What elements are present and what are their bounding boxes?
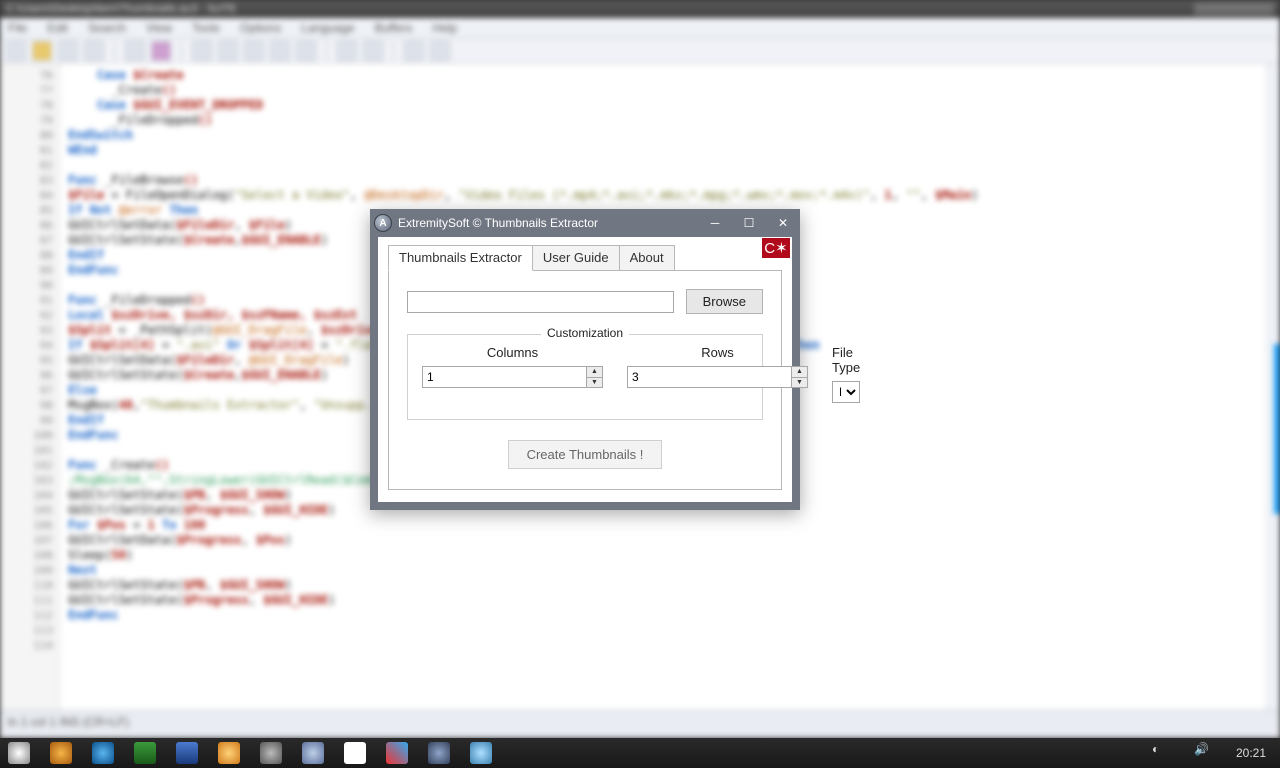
rows-label: Rows bbox=[701, 345, 734, 360]
customization-group: Customization Columns ▲ ▼ Rows bbox=[407, 334, 763, 420]
editor-titlebar: C:\Users\Desktop\item\Thumbnails.au3 - S… bbox=[0, 0, 1280, 18]
customization-label: Customization bbox=[541, 326, 629, 340]
taskbar-icon[interactable] bbox=[8, 742, 30, 764]
editor-gutter: 7677787980818283848586878889909192939495… bbox=[0, 64, 60, 710]
taskbar-icon[interactable] bbox=[176, 742, 198, 764]
filetype-select[interactable]: PNGJPGBMP bbox=[832, 381, 860, 403]
taskbar-icon[interactable] bbox=[302, 742, 324, 764]
tab-user-guide[interactable]: User Guide bbox=[532, 245, 620, 270]
taskbar-icon[interactable] bbox=[134, 742, 156, 764]
columns-up-button[interactable]: ▲ bbox=[587, 367, 602, 378]
taskbar-icon[interactable] bbox=[386, 742, 408, 764]
rows-down-button[interactable]: ▼ bbox=[792, 378, 807, 388]
columns-spinner[interactable]: ▲ ▼ bbox=[422, 366, 603, 388]
minimize-button[interactable]: ─ bbox=[698, 213, 732, 233]
app-icon: A bbox=[374, 214, 392, 232]
rows-spinner[interactable]: ▲ ▼ bbox=[627, 366, 808, 388]
editor-menubar: File Edit Search View Tools Options Lang… bbox=[0, 18, 1280, 38]
columns-input[interactable] bbox=[423, 367, 586, 387]
create-thumbnails-button[interactable]: Create Thumbnails ! bbox=[508, 440, 663, 469]
close-button[interactable]: ✕ bbox=[766, 213, 800, 233]
taskbar-clock: 20:21 bbox=[1236, 746, 1266, 760]
editor-toolbar bbox=[0, 38, 1280, 64]
rows-up-button[interactable]: ▲ bbox=[792, 367, 807, 378]
maximize-button[interactable]: ☐ bbox=[732, 213, 766, 233]
taskbar-icon[interactable] bbox=[470, 742, 492, 764]
tab-about[interactable]: About bbox=[619, 245, 675, 270]
file-path-input[interactable] bbox=[407, 291, 674, 313]
browse-button[interactable]: Browse bbox=[686, 289, 763, 314]
taskbar-icon[interactable] bbox=[260, 742, 282, 764]
tab-thumbnails-extractor[interactable]: Thumbnails Extractor bbox=[388, 245, 533, 271]
rows-input[interactable] bbox=[628, 367, 791, 387]
editor-scrollbar bbox=[1265, 64, 1280, 710]
taskbar-icon[interactable] bbox=[428, 742, 450, 764]
editor-statusbar: ln 1 col 1 INS (CR+LF) bbox=[0, 710, 1280, 738]
tab-panel: Browse Customization Columns ▲ ▼ bbox=[388, 270, 782, 490]
tray-volume-icon[interactable]: 🔊 bbox=[1194, 742, 1216, 764]
taskbar-icon[interactable] bbox=[344, 742, 366, 764]
taskbar-icon[interactable] bbox=[92, 742, 114, 764]
thumbnails-extractor-dialog: A ExtremitySoft © Thumbnails Extractor ─… bbox=[370, 210, 800, 510]
tray-icon[interactable]: ◐ bbox=[1152, 742, 1174, 764]
taskbar: ◐ 🔊 20:21 bbox=[0, 738, 1280, 768]
columns-label: Columns bbox=[487, 345, 538, 360]
taskbar-icon[interactable] bbox=[50, 742, 72, 764]
filetype-label: File Type bbox=[832, 345, 860, 375]
taskbar-icon[interactable] bbox=[218, 742, 240, 764]
dialog-title: ExtremitySoft © Thumbnails Extractor bbox=[398, 216, 598, 230]
dialog-titlebar[interactable]: A ExtremitySoft © Thumbnails Extractor ─… bbox=[370, 209, 800, 237]
columns-down-button[interactable]: ▼ bbox=[587, 378, 602, 388]
editor-titlebar-text: C:\Users\Desktop\item\Thumbnails.au3 - S… bbox=[6, 3, 236, 15]
